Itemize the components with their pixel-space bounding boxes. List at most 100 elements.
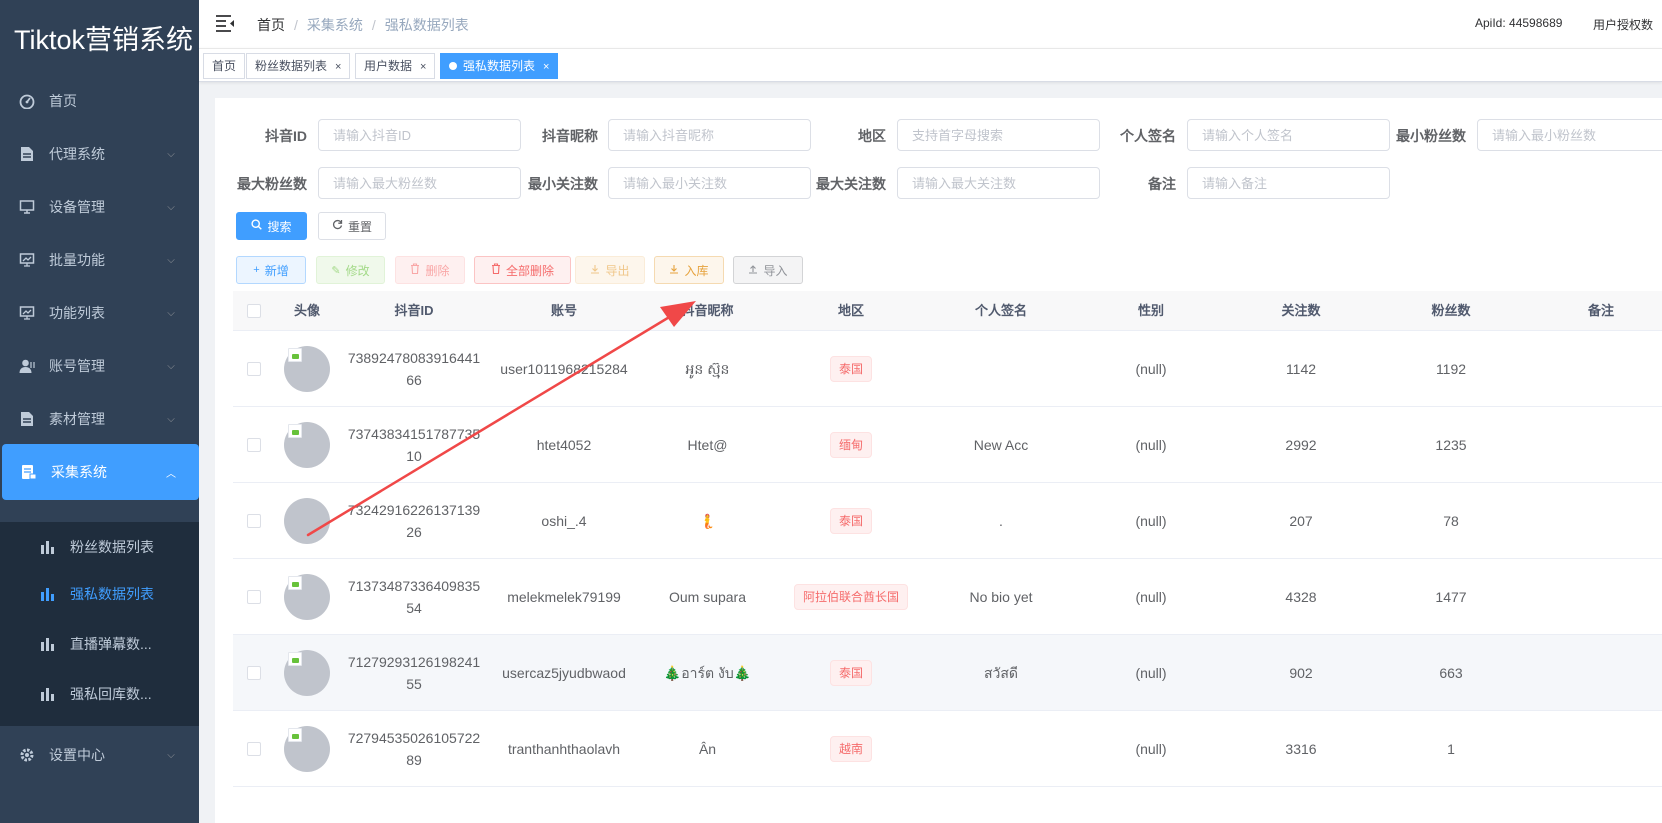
filter-label-remark: 备注	[1148, 176, 1176, 192]
cell-avatar	[275, 635, 339, 711]
trash-icon	[491, 263, 501, 277]
cell-signature	[926, 331, 1076, 407]
max-fans-input[interactable]	[318, 167, 521, 199]
cell-douyin-id: 72794535026105722 89	[339, 711, 489, 787]
region-tag: 缅甸	[829, 432, 872, 458]
close-icon[interactable]: ×	[543, 61, 549, 73]
table-row[interactable]: 71279293126198241 55 usercaz5jyudbwaod 🎄อาร…	[233, 635, 1662, 711]
cell-remark	[1526, 711, 1662, 787]
cell-account: htet4052	[489, 407, 639, 483]
row-checkbox[interactable]	[247, 362, 261, 376]
breadcrumb-home[interactable]: 首页	[257, 17, 285, 33]
douyin-id-value: 73892478083916441 66	[348, 347, 480, 391]
sidebar-item-collection[interactable]: 采集系统 ︿	[2, 444, 199, 500]
table-row[interactable]: 71373487336409835 54 melekmelek79199 Oum su…	[233, 559, 1662, 635]
store-button-label: 入库	[684, 263, 709, 278]
avatar	[284, 574, 330, 620]
download-icon	[590, 264, 600, 277]
search-button[interactable]: 搜索	[236, 212, 307, 240]
dashboard-icon	[19, 93, 35, 109]
sidebar-item-materials[interactable]: 素材管理 ⌵	[0, 391, 199, 447]
row-checkbox[interactable]	[247, 666, 261, 680]
chevron-up-icon: ︿	[166, 468, 176, 480]
close-icon[interactable]: ×	[420, 61, 426, 73]
sidebar-item-proxy[interactable]: 代理系统 ⌵	[0, 126, 199, 182]
account-value: usercaz5jyudbwaod	[502, 665, 626, 681]
sidebar-item-label: 采集系统	[51, 464, 107, 480]
tag-home[interactable]: 首页	[203, 53, 246, 79]
sidebar-subitem-fans-data[interactable]: 粉丝数据列表	[0, 522, 199, 572]
max-follow-input[interactable]	[897, 167, 1100, 199]
edit-button[interactable]: ✎ 修改	[316, 256, 385, 284]
cell-gender: (null)	[1076, 559, 1226, 635]
store-button[interactable]: 入库	[654, 256, 724, 284]
bar-chart-icon	[41, 588, 54, 601]
douyin-id-value: 71279293126198241 55	[348, 651, 480, 695]
row-checkbox[interactable]	[247, 742, 261, 756]
filter-label-max-fans: 最大粉丝数	[237, 176, 307, 192]
add-button[interactable]: + 新增	[236, 256, 306, 284]
region-tag: 泰国	[829, 660, 872, 686]
cell-region: 缅甸	[776, 407, 926, 483]
sidebar-item-home[interactable]: 首页	[0, 73, 199, 129]
reset-button[interactable]: 重置	[318, 212, 386, 240]
douyin-id-input[interactable]	[318, 119, 521, 151]
fans-value: 1477	[1435, 589, 1467, 605]
signature-input[interactable]	[1187, 119, 1390, 151]
account-value: tranthanhthaolavh	[507, 741, 621, 757]
sidebar-subitem-live-danmaku[interactable]: 直播弹幕数...	[0, 619, 199, 669]
cell-avatar	[275, 483, 339, 559]
nickname-input[interactable]	[608, 119, 811, 151]
cell-account: oshi_.4	[489, 483, 639, 559]
select-all-checkbox[interactable]	[233, 291, 275, 331]
sidebar-subitem-private-data[interactable]: 强私数据列表	[0, 569, 199, 619]
min-fans-input[interactable]	[1477, 119, 1662, 151]
export-button[interactable]: 导出	[575, 256, 645, 284]
sidebar-item-batch[interactable]: 批量功能 ⌵	[0, 232, 199, 288]
close-icon[interactable]: ×	[335, 61, 341, 73]
tag-user-data[interactable]: 用户数据 ×	[355, 53, 436, 79]
delete-button-label: 删除	[425, 263, 450, 278]
cell-account: usercaz5jyudbwaod	[489, 635, 639, 711]
min-follow-input[interactable]	[608, 167, 811, 199]
cell-nickname: Oum supara	[639, 559, 776, 635]
nickname-value: Oum supara	[668, 589, 747, 605]
cell-remark	[1526, 331, 1662, 407]
menu-toggle-icon[interactable]	[215, 14, 235, 32]
gender-value: (null)	[1135, 513, 1167, 529]
table-row[interactable]: 73892478083916441 66 user1011968215284 អូន …	[233, 331, 1662, 407]
user-icon	[19, 358, 35, 374]
sidebar-item-functions[interactable]: 功能列表 ⌵	[0, 285, 199, 341]
table-row[interactable]: 73743834151787735 10 htet4052 Htet@ 缅甸 New Ac…	[233, 407, 1662, 483]
top-navbar: 首页 / 采集系统 / 强私数据列表 ApiId: 44598689 用户授权数	[199, 0, 1662, 48]
row-checkbox[interactable]	[247, 514, 261, 528]
delete-all-button[interactable]: 全部删除	[474, 256, 571, 284]
table-row[interactable]: 73242916226137139 26 oshi_.4 🧜 泰国. (null) 207 7…	[233, 483, 1662, 559]
douyin-id-line: 72794535026105722	[347, 730, 481, 746]
row-checkbox[interactable]	[247, 438, 261, 452]
add-button-label: 新增	[264, 263, 289, 278]
douyin-id-line: 66	[406, 372, 422, 388]
cell-select	[233, 483, 275, 559]
sidebar-item-devices[interactable]: 设备管理 ⌵	[0, 179, 199, 235]
fans-value: 1192	[1435, 361, 1467, 377]
gender-value: (null)	[1135, 437, 1167, 453]
breadcrumb-collection[interactable]: 采集系统	[307, 17, 363, 33]
sidebar-item-accounts[interactable]: 账号管理 ⌵	[0, 338, 199, 394]
sidebar-subitem-private-return[interactable]: 强私回库数...	[0, 669, 199, 719]
nickname-value: 🧜	[698, 513, 717, 529]
cell-region: 泰国	[776, 635, 926, 711]
following-value: 4328	[1285, 589, 1317, 605]
tag-private-data[interactable]: 强私数据列表 ×	[440, 53, 559, 79]
region-tag: 泰国	[829, 356, 872, 382]
delete-button[interactable]: 删除	[395, 256, 465, 284]
table-row[interactable]: 72794535026105722 89 tranthanhthaolavh Ân 越南…	[233, 711, 1662, 787]
column-header: 地区	[837, 303, 864, 318]
import-button[interactable]: 导入	[733, 256, 803, 284]
row-checkbox[interactable]	[247, 590, 261, 604]
region-input[interactable]	[897, 119, 1100, 151]
remark-input[interactable]	[1187, 167, 1390, 199]
sidebar-item-settings[interactable]: 设置中心 ⌵	[0, 727, 199, 783]
cell-following: 207	[1226, 483, 1376, 559]
tag-fans-data[interactable]: 粉丝数据列表 ×	[246, 53, 351, 79]
